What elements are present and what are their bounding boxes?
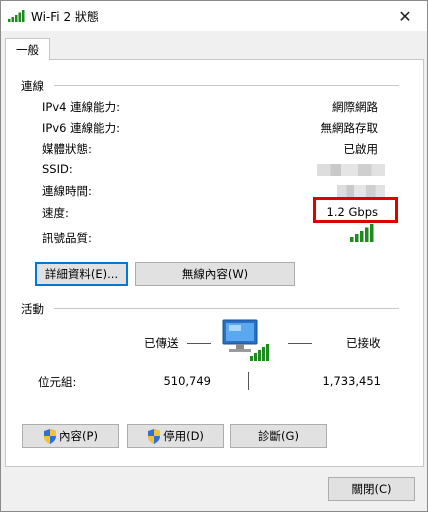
disable-button[interactable]: 停用(D) — [127, 424, 224, 448]
speed-label: 速度: — [42, 206, 69, 220]
bytes-sent-value: 510,749 — [163, 374, 211, 388]
ipv6-value: 無網路存取 — [320, 121, 379, 135]
speed-highlight-box — [313, 197, 398, 223]
properties-button[interactable]: 內容(P) — [22, 424, 119, 448]
network-computer-icon — [222, 319, 269, 361]
media-state-value: 已啟用 — [343, 142, 379, 156]
ssid-label: SSID: — [42, 162, 73, 176]
ipv4-value: 網際網路 — [332, 100, 378, 114]
connection-time-redacted — [337, 185, 385, 197]
sent-label: 已傳送 — [144, 336, 179, 350]
ipv6-label: IPv6 連線能力: — [42, 121, 120, 135]
wifi-signal-icon — [8, 10, 25, 22]
activity-divider — [54, 308, 399, 309]
signal-strength-icon — [350, 224, 374, 242]
media-state-label: 媒體狀態: — [42, 142, 92, 156]
signal-quality-label: 訊號品質: — [42, 231, 92, 245]
bytes-received-value: 1,733,451 — [322, 374, 381, 388]
connection-time-label: 連線時間: — [42, 184, 92, 198]
title-bar: Wi-Fi 2 狀態 ✕ — [1, 1, 427, 31]
wifi-status-dialog: Wi-Fi 2 狀態 ✕ 一般 連線 IPv4 連線能力: 網際網路 IPv6 … — [0, 0, 428, 512]
uac-shield-icon — [148, 428, 161, 444]
close-button[interactable]: 關閉(C) — [328, 477, 415, 501]
details-button[interactable]: 詳細資料(E)... — [35, 262, 128, 286]
uac-shield-icon — [44, 428, 57, 444]
ipv4-label: IPv4 連線能力: — [42, 100, 120, 114]
properties-button-label: 內容(P) — [59, 429, 98, 443]
received-connector-line — [288, 343, 312, 344]
window-title: Wi-Fi 2 狀態 — [31, 10, 99, 24]
activity-section-label: 活動 — [21, 302, 44, 316]
bytes-label: 位元組: — [38, 375, 77, 389]
connection-divider — [54, 85, 399, 86]
close-icon[interactable]: ✕ — [383, 1, 427, 31]
diagnose-button[interactable]: 診斷(G) — [230, 424, 327, 448]
connection-section-label: 連線 — [21, 79, 44, 93]
activity-divider-vertical — [248, 372, 249, 390]
disable-button-label: 停用(D) — [163, 429, 204, 443]
ssid-value-redacted — [317, 164, 385, 176]
general-panel: 連線 IPv4 連線能力: 網際網路 IPv6 連線能力: 無網路存取 媒體狀態… — [5, 59, 424, 467]
received-label: 已接收 — [346, 336, 381, 350]
tab-general[interactable]: 一般 — [5, 38, 50, 60]
wireless-properties-button[interactable]: 無線內容(W) — [135, 262, 295, 286]
sent-connector-line — [187, 343, 211, 344]
